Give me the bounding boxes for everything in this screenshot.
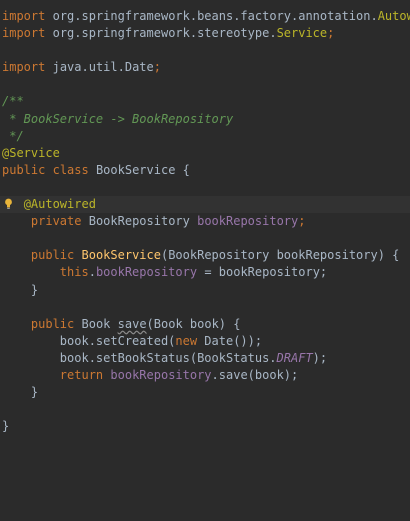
code-line: public Book save(Book book) { <box>0 316 410 333</box>
keyword: this <box>59 265 89 280</box>
code-line: } <box>0 418 410 435</box>
enum-constant: DRAFT <box>276 350 313 365</box>
package-path: java.util.Date <box>52 60 154 75</box>
type-name: BookRepository <box>88 214 190 229</box>
statement: book.setBookStatus(BookStatus. <box>59 350 277 365</box>
dot: . <box>88 265 96 280</box>
constructor-name: BookService <box>81 248 161 263</box>
code-line: public BookService(BookRepository bookRe… <box>0 247 410 264</box>
brace: { <box>175 162 190 177</box>
code-line: } <box>0 282 410 299</box>
keyword: public <box>30 316 75 331</box>
keyword: class <box>52 162 89 177</box>
code-area[interactable]: import org.springframework.beans.factory… <box>0 8 410 435</box>
doc-comment: */ <box>2 128 24 143</box>
annotation: @Service <box>2 145 60 160</box>
code-line: book.setCreated(new Date()); <box>0 333 410 350</box>
code-line: this.bookRepository = bookRepository; <box>0 264 410 281</box>
field-name: bookRepository <box>95 265 198 280</box>
keyword: private <box>30 214 82 229</box>
imported-class: Autowired <box>377 9 410 23</box>
class-name: BookService <box>95 162 176 177</box>
keyword: import <box>2 26 46 41</box>
code-line: } <box>0 384 410 401</box>
statement: book.setCreated( <box>59 333 176 348</box>
semicolon: ; <box>327 26 335 41</box>
method-name: save <box>117 316 147 331</box>
keyword: new <box>175 333 198 348</box>
brace: } <box>2 419 10 434</box>
code-editor[interactable]: import org.springframework.beans.factory… <box>0 0 410 521</box>
doc-comment: /** <box>2 94 24 109</box>
keyword: return <box>59 367 104 382</box>
code-line: */ <box>0 128 410 145</box>
statement: ); <box>312 350 328 365</box>
assignment: = bookRepository; <box>197 265 328 280</box>
field-name: bookRepository <box>110 367 212 382</box>
imported-class: Service <box>276 26 328 41</box>
statement: Date()); <box>197 333 263 348</box>
code-line: book.setBookStatus(BookStatus.DRAFT); <box>0 350 410 367</box>
statement: .save(book); <box>211 367 299 382</box>
code-line: import org.springframework.stereotype.Se… <box>0 25 410 42</box>
brace: } <box>30 282 39 297</box>
semicolon: ; <box>298 214 306 229</box>
code-line: * BookService -> BookRepository <box>0 111 410 128</box>
brace: } <box>30 385 39 400</box>
doc-comment: * BookService -> BookRepository <box>2 111 234 126</box>
field-name: bookRepository <box>197 214 299 229</box>
package-path: org.springframework.stereotype. <box>52 26 277 41</box>
package-path: org.springframework.beans.factory.annota… <box>52 9 378 23</box>
keyword: public <box>2 162 46 177</box>
code-line: public class BookService { <box>0 162 410 179</box>
parameters: (BookRepository bookRepository) { <box>160 248 400 263</box>
keyword: import <box>2 9 46 23</box>
keyword: import <box>2 60 46 75</box>
parameters: (Book book) { <box>146 316 241 331</box>
code-line: /** <box>0 93 410 110</box>
code-line: @Service <box>0 145 410 162</box>
current-code-line: @Autowired <box>0 196 410 214</box>
semicolon: ; <box>153 60 161 75</box>
code-line: import java.util.Date; <box>0 59 410 76</box>
type-name: Book <box>81 316 111 331</box>
code-line: return bookRepository.save(book); <box>0 367 410 384</box>
lightbulb-icon[interactable] <box>4 198 13 210</box>
keyword: public <box>30 248 75 263</box>
code-line: import org.springframework.beans.factory… <box>0 8 410 25</box>
annotation: @Autowired <box>23 197 96 212</box>
code-line: private BookRepository bookRepository; <box>0 213 410 230</box>
